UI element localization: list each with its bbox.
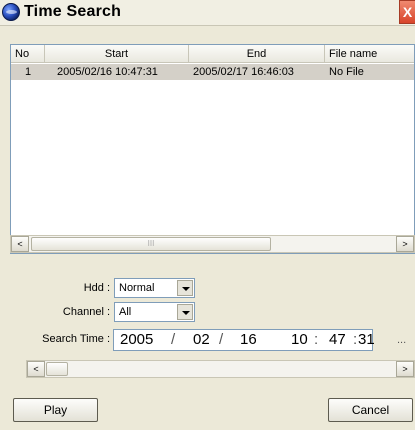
search-minute[interactable]: 47 xyxy=(329,331,346,348)
channel-value: All xyxy=(119,306,132,318)
slider-thumb[interactable] xyxy=(46,362,68,376)
search-year[interactable]: 2005 xyxy=(120,331,153,348)
scroll-thumb[interactable]: III xyxy=(31,237,271,251)
date-separator: / xyxy=(219,331,224,348)
window-title: Time Search xyxy=(24,3,122,20)
more-options-button[interactable]: ... xyxy=(397,334,406,346)
search-hour[interactable]: 10 xyxy=(291,331,308,348)
time-separator: : xyxy=(314,331,319,348)
search-time-field[interactable]: 2005 / 02 / 16 10 : 47 : 31 xyxy=(113,329,374,351)
chevron-down-icon[interactable] xyxy=(177,280,193,296)
slider-right-button[interactable]: > xyxy=(396,361,414,377)
results-list[interactable]: No Start End File name 1 2005/02/16 10:4… xyxy=(10,44,415,254)
time-slider[interactable]: < > xyxy=(26,360,415,378)
slider-left-button[interactable]: < xyxy=(27,361,45,377)
close-button[interactable]: X xyxy=(399,0,415,24)
channel-select[interactable]: All xyxy=(114,302,195,322)
date-separator: / xyxy=(171,331,176,348)
search-day[interactable]: 16 xyxy=(240,331,257,348)
cell-no: 1 xyxy=(25,66,32,78)
search-second[interactable]: 31 xyxy=(358,331,374,348)
chevron-down-icon[interactable] xyxy=(177,304,193,320)
channel-label: Channel : xyxy=(62,306,110,318)
list-horizontal-scrollbar[interactable]: < III > xyxy=(10,235,415,253)
column-header-file-name[interactable]: File name xyxy=(325,45,414,63)
column-header-start[interactable]: Start xyxy=(45,45,189,63)
hdd-select[interactable]: Normal xyxy=(114,278,195,298)
hdd-value: Normal xyxy=(119,282,155,294)
cancel-button[interactable]: Cancel xyxy=(328,398,413,422)
table-row[interactable]: 1 2005/02/16 10:47:31 2005/02/17 16:46:0… xyxy=(11,64,414,80)
cell-start: 2005/02/16 10:47:31 xyxy=(57,66,158,78)
cell-file-name: No File xyxy=(329,66,364,78)
time-separator: : xyxy=(353,331,358,348)
column-header-no[interactable]: No xyxy=(11,45,45,63)
scroll-left-button[interactable]: < xyxy=(11,236,29,252)
title-bar: Time Search X xyxy=(0,0,415,26)
search-time-label: Search Time : xyxy=(42,333,110,345)
scroll-right-button[interactable]: > xyxy=(396,236,414,252)
play-button[interactable]: Play xyxy=(13,398,98,422)
hdd-label: Hdd : xyxy=(83,282,110,294)
app-globe-icon xyxy=(2,3,20,21)
search-month[interactable]: 02 xyxy=(193,331,210,348)
list-header: No Start End File name xyxy=(11,45,414,63)
cell-end: 2005/02/17 16:46:03 xyxy=(193,66,294,78)
column-header-end[interactable]: End xyxy=(189,45,325,63)
